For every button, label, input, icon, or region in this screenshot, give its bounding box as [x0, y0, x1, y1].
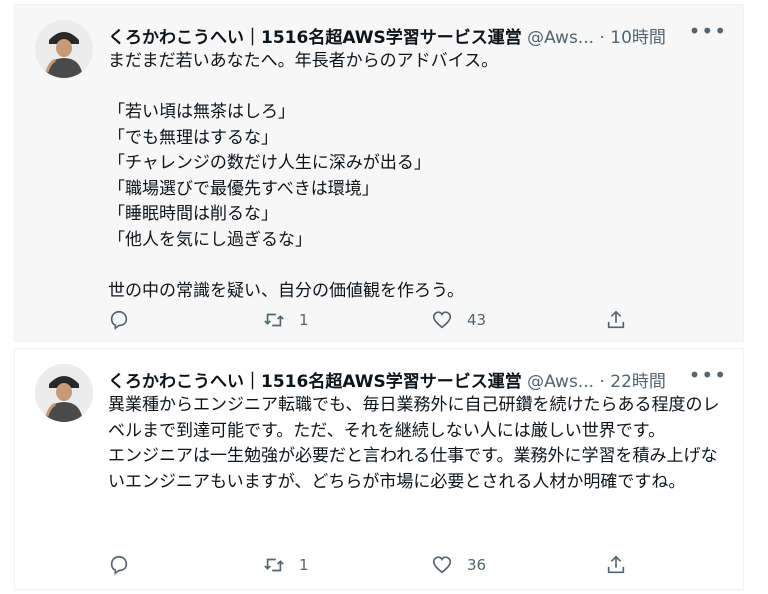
tweet-actions: 1 43	[108, 307, 628, 333]
timestamp[interactable]: 22時間	[610, 372, 666, 392]
reply-icon	[110, 310, 128, 330]
reply-button[interactable]	[108, 552, 144, 578]
reply-button[interactable]	[108, 307, 144, 333]
tweet-text: 異業種からエンジニア転職でも、毎日業務外に自己研鑽を続けたらある程度のレベルまで…	[108, 395, 720, 492]
author-handle[interactable]: @Aws...	[527, 28, 594, 48]
separator-dot: ·	[599, 28, 605, 48]
tweet-card[interactable]: くろかわこうへい｜1516名超AWS学習サービス運営 @Aws... · 22時…	[14, 348, 744, 590]
avatar-photo	[35, 20, 93, 78]
avatar-photo	[35, 364, 93, 422]
like-button[interactable]: 36	[431, 552, 486, 578]
like-button[interactable]: 43	[431, 307, 486, 333]
author-name[interactable]: くろかわこうへい｜1516名超AWS学習サービス運営	[108, 28, 522, 48]
tweet-card[interactable]: くろかわこうへい｜1516名超AWS学習サービス運営 @Aws... · 10時…	[14, 4, 744, 342]
retweet-button[interactable]: 1	[263, 552, 309, 578]
share-icon	[607, 310, 625, 329]
heart-icon	[432, 556, 452, 574]
like-count: 43	[467, 311, 487, 329]
avatar[interactable]	[35, 364, 93, 422]
avatar[interactable]	[35, 20, 93, 78]
retweet-count: 1	[299, 311, 309, 329]
retweet-icon	[264, 558, 284, 572]
share-icon	[607, 555, 625, 574]
tweet-header: くろかわこうへい｜1516名超AWS学習サービス運営 @Aws... · 10時…	[108, 19, 727, 48]
retweet-count: 1	[299, 556, 309, 574]
separator-dot: ·	[599, 372, 605, 392]
author-handle[interactable]: @Aws...	[527, 372, 594, 392]
share-button[interactable]	[605, 552, 627, 578]
retweet-icon	[264, 313, 284, 327]
like-count: 36	[467, 556, 487, 574]
more-options-icon[interactable]: •••	[689, 19, 727, 43]
retweet-button[interactable]: 1	[263, 307, 309, 333]
reply-icon	[110, 555, 128, 575]
tweet-header: くろかわこうへい｜1516名超AWS学習サービス運営 @Aws... · 22時…	[108, 363, 727, 392]
share-button[interactable]	[605, 307, 627, 333]
author-name[interactable]: くろかわこうへい｜1516名超AWS学習サービス運営	[108, 372, 522, 392]
tweet-text: まだまだ若いあなたへ。年長者からのアドバイス。 「若い頃は無茶はしろ」 「でも無…	[108, 51, 499, 301]
tweet-actions: 1 36	[108, 552, 628, 578]
heart-icon	[432, 311, 452, 329]
more-options-icon[interactable]: •••	[689, 363, 727, 387]
timestamp[interactable]: 10時間	[610, 28, 666, 48]
